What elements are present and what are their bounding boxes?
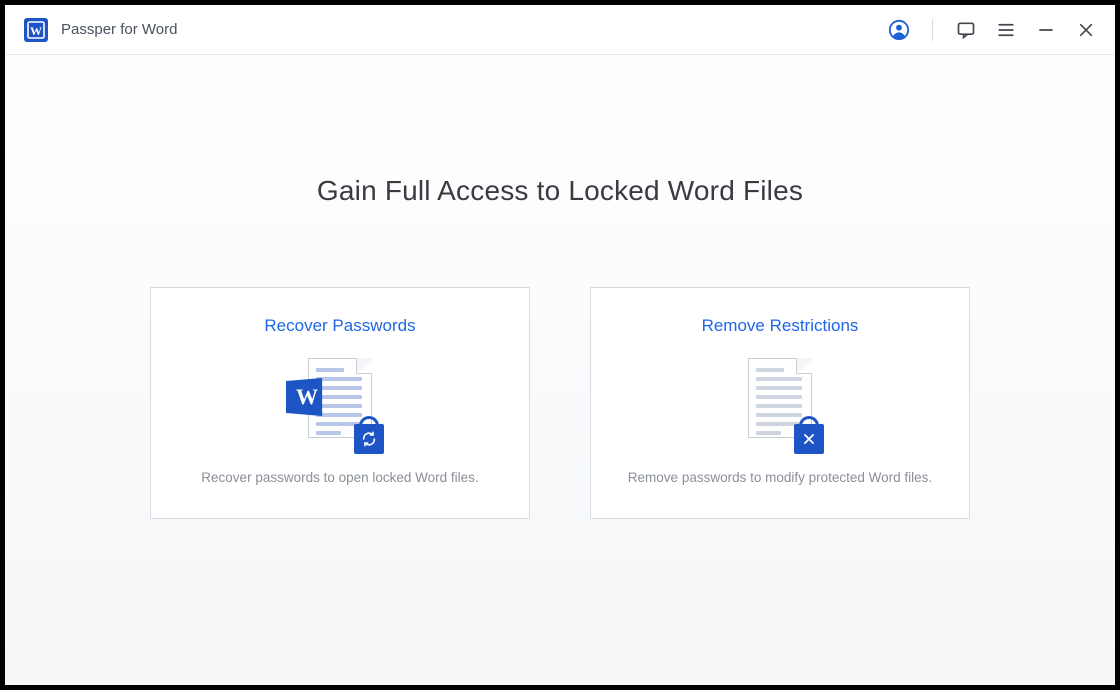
titlebar-actions [888, 19, 1097, 41]
word-badge-icon: W [286, 378, 328, 416]
titlebar-separator [932, 19, 933, 41]
option-cards: Recover Passwords W [150, 287, 970, 519]
account-icon[interactable] [888, 19, 910, 41]
lock-sync-icon [354, 424, 384, 454]
app-window: W Passper for Word [5, 5, 1115, 685]
card-remove-desc: Remove passwords to modify protected Wor… [628, 470, 932, 485]
close-icon[interactable] [1075, 19, 1097, 41]
titlebar: W Passper for Word [5, 5, 1115, 55]
app-logo-icon: W [23, 17, 49, 43]
page-heading: Gain Full Access to Locked Word Files [317, 175, 803, 207]
card-recover-desc: Recover passwords to open locked Word fi… [201, 470, 478, 485]
recover-illustration-icon: W [294, 358, 386, 450]
remove-illustration-icon [734, 358, 826, 450]
card-remove-restrictions[interactable]: Remove Restrictions [590, 287, 970, 519]
feedback-icon[interactable] [955, 19, 977, 41]
app-title: Passper for Word [61, 21, 177, 38]
main-content: Gain Full Access to Locked Word Files Re… [5, 55, 1115, 685]
card-recover-title: Recover Passwords [264, 316, 415, 336]
card-recover-passwords[interactable]: Recover Passwords W [150, 287, 530, 519]
svg-text:W: W [30, 24, 42, 38]
menu-icon[interactable] [995, 19, 1017, 41]
brand: W Passper for Word [23, 17, 177, 43]
minimize-icon[interactable] [1035, 19, 1057, 41]
card-remove-title: Remove Restrictions [702, 316, 859, 336]
lock-delete-icon [794, 424, 824, 454]
